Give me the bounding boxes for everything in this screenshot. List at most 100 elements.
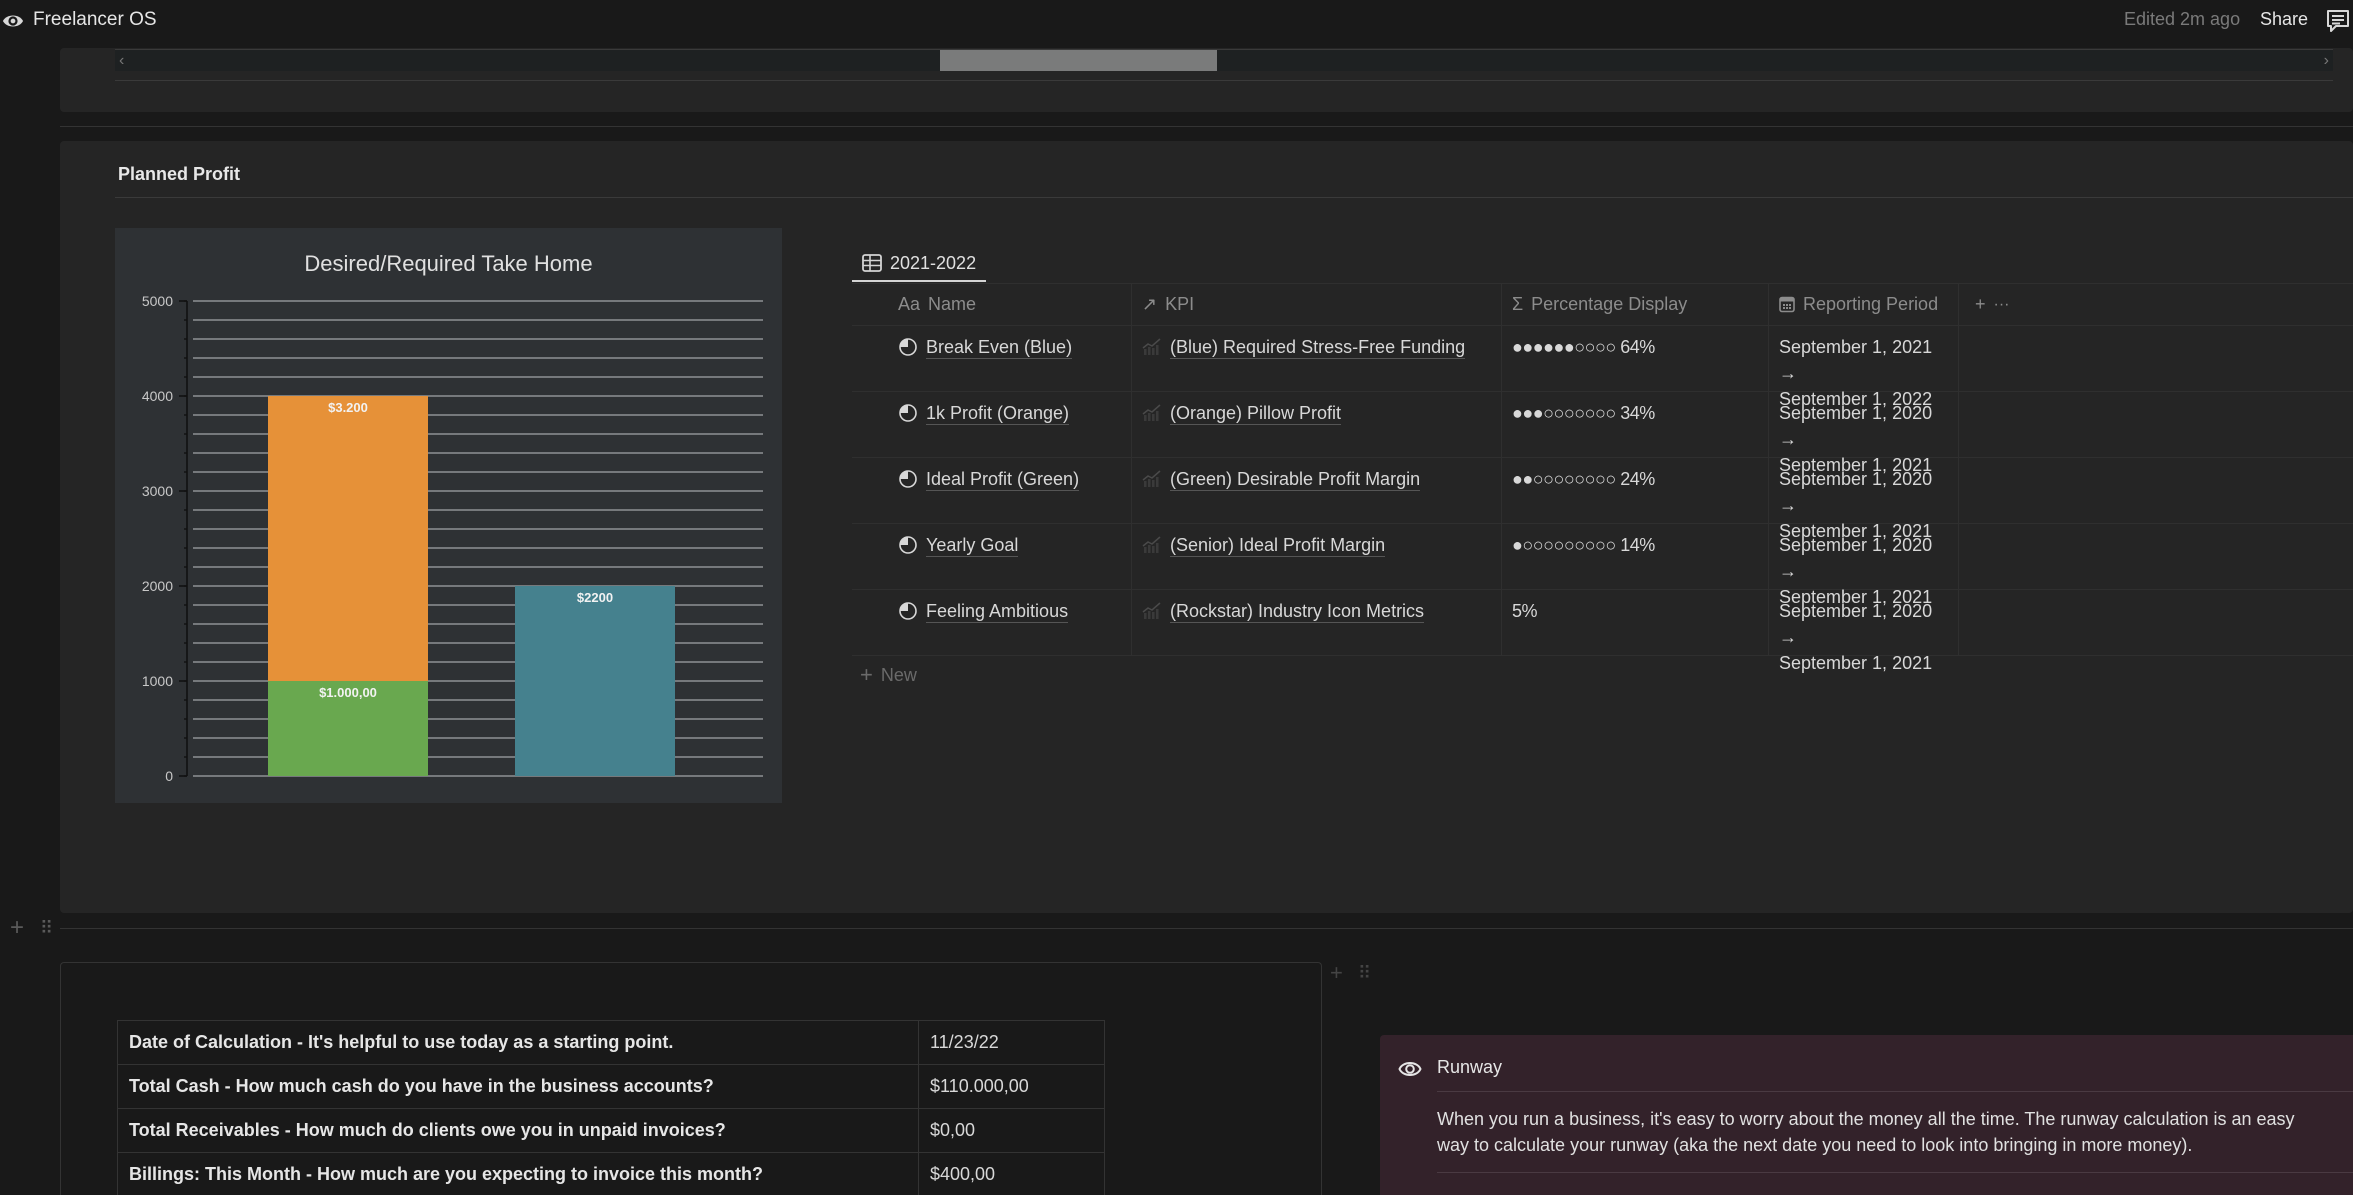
data-label: $2200 bbox=[577, 590, 613, 605]
name-cell[interactable]: Ideal Profit (Green) bbox=[852, 458, 1132, 523]
add-block-icon[interactable]: + bbox=[10, 914, 24, 942]
kpi-link[interactable]: (Rockstar) Industry Icon Metrics bbox=[1170, 600, 1425, 623]
scroll-right-icon[interactable]: › bbox=[2324, 50, 2329, 72]
kpi-cell[interactable]: (Orange) Pillow Profit bbox=[1132, 392, 1502, 457]
progress-pie-icon bbox=[899, 602, 917, 620]
name-cell[interactable]: Yearly Goal bbox=[852, 524, 1132, 589]
column-header-name[interactable]: Aa Name bbox=[852, 284, 1132, 325]
horizontal-scrollbar[interactable]: ‹ › bbox=[115, 49, 2333, 71]
input-value[interactable]: 11/23/22 bbox=[918, 1020, 1105, 1065]
table-row[interactable]: Feeling Ambitious (Rockstar) Industry Ico… bbox=[852, 590, 2353, 673]
kpi-link[interactable]: (Green) Desirable Profit Margin bbox=[1170, 468, 1421, 491]
new-row-button[interactable]: + New bbox=[860, 662, 917, 688]
add-block-icon[interactable]: + bbox=[1330, 960, 1343, 986]
name-cell[interactable]: 1k Profit (Orange) bbox=[852, 392, 1132, 457]
column-header-percentage[interactable]: Σ Percentage Display bbox=[1502, 284, 1769, 325]
divider bbox=[115, 80, 2333, 81]
edited-timestamp: Edited 2m ago bbox=[2124, 9, 2241, 29]
divider bbox=[60, 126, 2353, 127]
share-button[interactable]: Share bbox=[2260, 9, 2308, 30]
y-tick-label: 4000 bbox=[142, 388, 173, 404]
data-label: $1.000,00 bbox=[319, 685, 377, 700]
table-header: Aa Name ↗ KPI Σ Percentage Display Repor… bbox=[852, 284, 2353, 326]
eye-icon bbox=[1398, 1062, 1422, 1076]
percentage-display: ●●●●●●○○○○ 64% bbox=[1512, 337, 1655, 357]
kpi-cell[interactable]: (Green) Desirable Profit Margin bbox=[1132, 458, 1502, 523]
kpi-link[interactable]: (Blue) Required Stress-Free Funding bbox=[1170, 336, 1466, 359]
callout-title: Runway bbox=[1437, 1057, 1503, 1077]
table-row[interactable]: Yearly Goal (Senior) Ideal Profit Margin ●… bbox=[852, 524, 2353, 607]
name-cell[interactable]: Break Even (Blue) bbox=[852, 326, 1132, 391]
empty-cell bbox=[1959, 524, 2353, 589]
runway-input-row: Total Receivables - How much do clients … bbox=[117, 1108, 1105, 1153]
take-home-chart: Desired/Required Take Home 0 1000 2000 3000 4… bbox=[115, 228, 782, 803]
column-header-kpi[interactable]: ↗ KPI bbox=[1132, 284, 1502, 325]
scrollbar-thumb[interactable] bbox=[940, 50, 1217, 71]
add-column-button[interactable]: + bbox=[1975, 294, 1986, 315]
y-tick-label: 0 bbox=[165, 768, 173, 784]
period-range: September 1, 2020 → September 1, 2021 bbox=[1779, 598, 1948, 676]
text-property-icon: Aa bbox=[898, 294, 921, 314]
name-cell[interactable]: Feeling Ambitious bbox=[852, 590, 1132, 655]
chart-growth-icon bbox=[1142, 404, 1161, 421]
period-start: September 1, 2021 → bbox=[1779, 337, 1933, 383]
percentage-display: 5% bbox=[1512, 601, 1538, 621]
plus-icon: + bbox=[860, 662, 873, 687]
period-cell[interactable]: September 1, 2020 → September 1, 2021 bbox=[1769, 590, 1959, 673]
section-heading: Planned Profit bbox=[118, 164, 241, 184]
divider bbox=[1437, 1091, 2353, 1092]
more-options-button[interactable]: ··· bbox=[1994, 296, 2010, 314]
period-cell[interactable]: September 1, 2021 → September 1, 2022 bbox=[1769, 326, 1959, 409]
input-question: Total Cash - How much cash do you have i… bbox=[117, 1064, 919, 1109]
divider bbox=[1437, 1172, 2353, 1173]
drag-handle-icon[interactable]: ⠿ bbox=[40, 918, 53, 939]
relation-icon: ↗ bbox=[1142, 294, 1158, 314]
comment-icon[interactable] bbox=[2325, 8, 2351, 34]
scroll-left-icon[interactable]: ‹ bbox=[119, 50, 124, 72]
table-row[interactable]: Ideal Profit (Green) (Green) Desirable Pr… bbox=[852, 458, 2353, 541]
percentage-cell: 5% bbox=[1502, 590, 1769, 655]
new-row-label: New bbox=[880, 664, 917, 685]
bar-segment bbox=[515, 586, 675, 776]
kpi-cell[interactable]: (Blue) Required Stress-Free Funding bbox=[1132, 326, 1502, 391]
period-start: September 1, 2020 → bbox=[1779, 535, 1933, 581]
y-tick-label: 2000 bbox=[142, 578, 173, 594]
table-icon bbox=[862, 254, 882, 272]
runway-callout: Runway When you run a business, it's eas… bbox=[1380, 1035, 2353, 1195]
empty-cell bbox=[1959, 590, 2353, 655]
row-name-link[interactable]: Feeling Ambitious bbox=[926, 600, 1069, 623]
view-tab-2021-2022[interactable]: 2021-2022 bbox=[852, 246, 987, 282]
table-row[interactable]: 1k Profit (Orange) (Orange) Pillow Profit… bbox=[852, 392, 2353, 475]
kpi-link[interactable]: (Senior) Ideal Profit Margin bbox=[1170, 534, 1386, 557]
period-start: September 1, 2020 → bbox=[1779, 469, 1933, 515]
runway-input-row: Date of Calculation - It's helpful to us… bbox=[117, 1020, 1105, 1065]
divider bbox=[60, 928, 2353, 929]
chart-growth-icon bbox=[1142, 602, 1161, 619]
kpi-link[interactable]: (Orange) Pillow Profit bbox=[1170, 402, 1342, 425]
input-value[interactable]: $0,00 bbox=[918, 1108, 1105, 1153]
row-name-link[interactable]: Break Even (Blue) bbox=[926, 336, 1073, 359]
percentage-display: ●●●○○○○○○○ 34% bbox=[1512, 403, 1655, 423]
page-title[interactable]: Freelancer OS bbox=[33, 9, 157, 31]
drag-handle-icon[interactable]: ⠿ bbox=[1358, 963, 1371, 984]
input-value[interactable]: $110.000,00 bbox=[918, 1064, 1105, 1109]
column-label: KPI bbox=[1165, 294, 1195, 314]
input-question: Total Receivables - How much do clients … bbox=[117, 1108, 919, 1153]
kpi-cell[interactable]: (Rockstar) Industry Icon Metrics bbox=[1132, 590, 1502, 655]
divider bbox=[115, 197, 2353, 198]
column-header-period[interactable]: Reporting Period bbox=[1769, 284, 1959, 325]
row-name-link[interactable]: Yearly Goal bbox=[926, 534, 1019, 557]
period-cell[interactable]: September 1, 2020 → September 1, 2021 bbox=[1769, 458, 1959, 541]
chart-growth-icon bbox=[1142, 338, 1161, 355]
table-row[interactable]: Break Even (Blue) (Blue) Required Stress-… bbox=[852, 326, 2353, 409]
period-end: September 1, 2021 bbox=[1779, 653, 1933, 673]
top-bar: Freelancer OS Edited 2m ago Share bbox=[0, 0, 2353, 43]
row-name-link[interactable]: 1k Profit (Orange) bbox=[926, 402, 1070, 425]
kpi-cell[interactable]: (Senior) Ideal Profit Margin bbox=[1132, 524, 1502, 589]
period-cell[interactable]: September 1, 2020 → September 1, 2021 bbox=[1769, 392, 1959, 475]
percentage-cell: ●●●●●●○○○○ 64% bbox=[1502, 326, 1769, 391]
progress-pie-icon bbox=[899, 470, 917, 488]
input-value[interactable]: $400,00 bbox=[918, 1152, 1105, 1195]
period-cell[interactable]: September 1, 2020 → September 1, 2021 bbox=[1769, 524, 1959, 607]
row-name-link[interactable]: Ideal Profit (Green) bbox=[926, 468, 1080, 491]
